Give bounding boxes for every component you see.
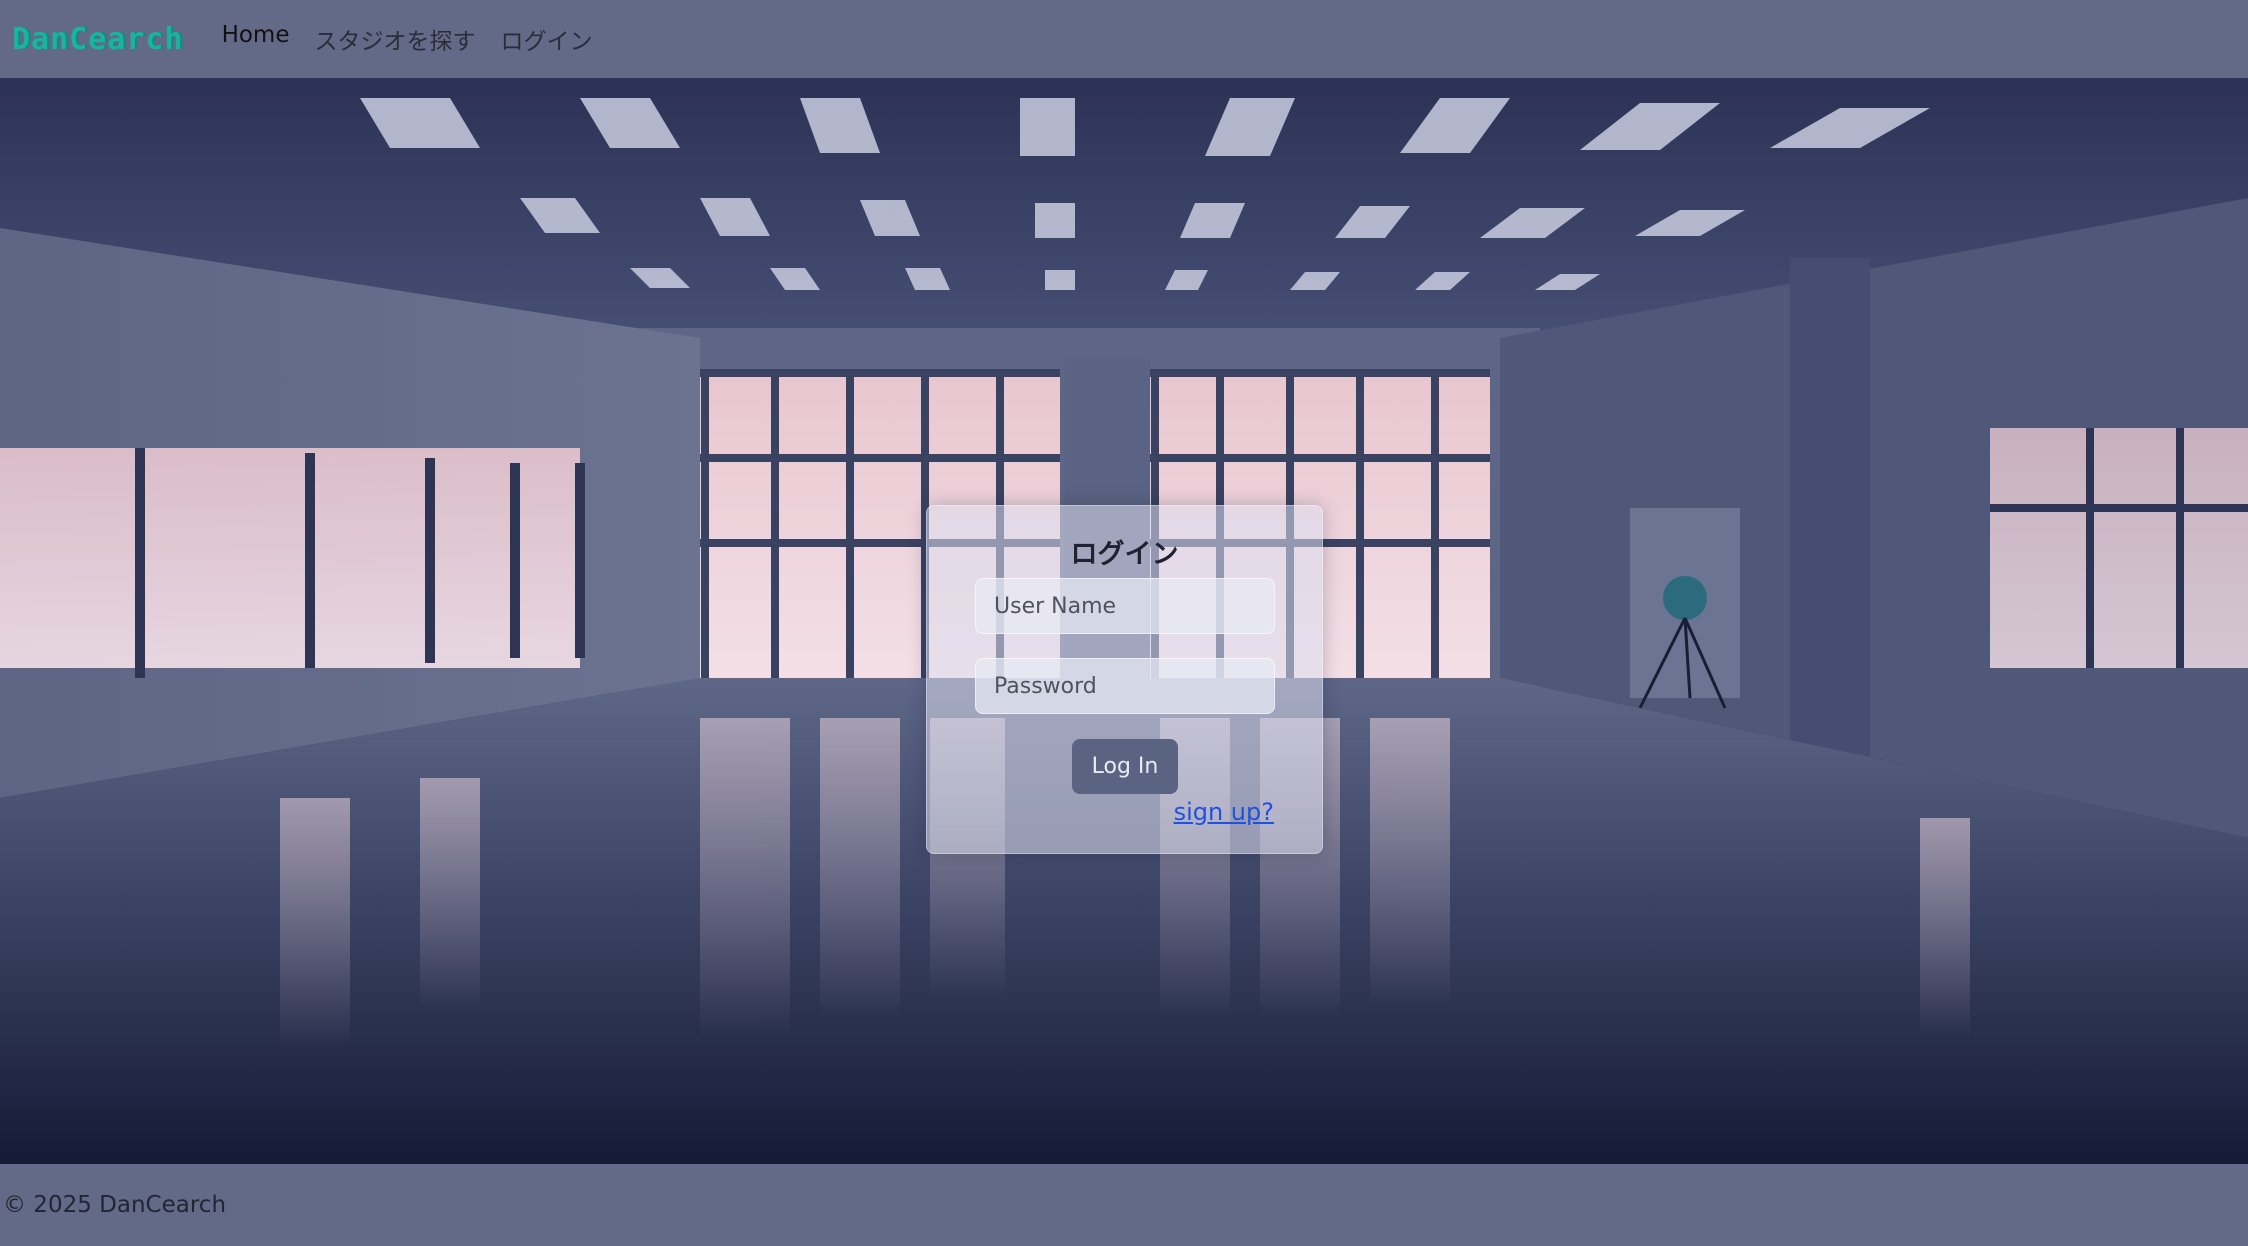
login-card: ログイン Log In sign up?: [926, 505, 1323, 854]
login-title: ログイン: [1070, 539, 1179, 570]
login-button[interactable]: Log In: [1072, 739, 1178, 794]
footer-copyright: © 2025 DanCearch: [3, 1192, 227, 1218]
nav-links: Home スタジオを探す ログイン: [222, 22, 618, 56]
nav-link-login[interactable]: ログイン: [500, 22, 592, 56]
nav-link-home[interactable]: Home: [222, 22, 290, 56]
password-input[interactable]: [975, 658, 1275, 714]
nav-link-find-studio[interactable]: スタジオを探す: [314, 22, 475, 56]
footer: © 2025 DanCearch: [0, 1164, 2248, 1246]
signup-link[interactable]: sign up?: [1174, 798, 1274, 826]
brand-logo[interactable]: DanCearch: [12, 22, 184, 57]
top-navbar: DanCearch Home スタジオを探す ログイン: [0, 0, 2248, 78]
username-input[interactable]: [975, 578, 1275, 634]
hero-background: ログイン Log In sign up?: [0, 78, 2248, 1164]
